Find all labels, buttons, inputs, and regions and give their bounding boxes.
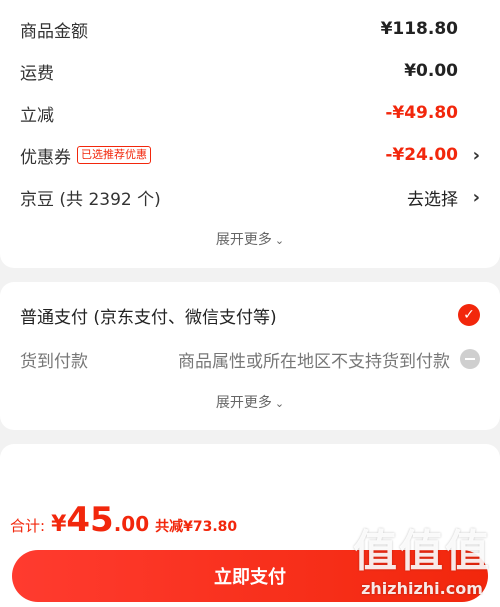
coupon-row[interactable]: 优惠券 已选推荐优惠 -¥24.00 ›: [20, 140, 480, 170]
payment-option-cod: 货到付款 商品属性或所在地区不支持货到付款: [20, 344, 480, 374]
cod-unavailable-note: 商品属性或所在地区不支持货到付款: [178, 351, 450, 372]
payment-option-normal-label: 普通支付 (京东支付、微信支付等): [20, 307, 277, 328]
chevron-down-icon: ⌄: [274, 397, 285, 410]
payment-expand-more-label: 展开更多: [215, 395, 272, 411]
watermark-chars: 值值值: [353, 526, 491, 577]
instant-discount-label: 立减: [20, 105, 54, 126]
instant-discount-value: -¥49.80: [385, 103, 458, 123]
shipping-row: 运费 ¥0.00: [20, 56, 480, 86]
watermark-url: zhizhizhi.com: [361, 579, 483, 598]
chevron-down-icon: ⌄: [274, 234, 285, 247]
chevron-right-icon: ›: [472, 186, 480, 208]
total-amount: 合计: ¥ 45 .00 共减¥73.80: [10, 500, 237, 540]
payment-option-normal[interactable]: 普通支付 (京东支付、微信支付等) ✓: [20, 300, 480, 330]
jingdou-label: 京豆 (共 2392 个): [20, 189, 161, 210]
total-integer: 45: [66, 500, 114, 540]
coupon-label: 优惠券: [20, 147, 71, 168]
expand-more-label: 展开更多: [215, 232, 272, 248]
expand-more-button[interactable]: 展开更多 ⌄: [0, 229, 500, 249]
disabled-icon: [460, 349, 480, 369]
shipping-label: 运费: [20, 63, 54, 84]
jingdou-row[interactable]: 京豆 (共 2392 个) 去选择 ›: [20, 182, 480, 212]
chevron-right-icon: ›: [472, 144, 480, 166]
instant-discount-row: 立减 -¥49.80: [20, 98, 480, 128]
total-saving: 共减¥73.80: [155, 519, 238, 535]
order-summary-card: 商品金额 ¥118.80 运费 ¥0.00 立减 -¥49.80 优惠券 已选推…: [0, 0, 500, 268]
jingdou-select: 去选择: [407, 189, 458, 210]
coupon-recommended-badge: 已选推荐优惠: [77, 146, 151, 164]
payment-option-cod-label: 货到付款: [20, 351, 88, 372]
checkmark-icon: ✓: [458, 304, 480, 326]
total-label: 合计:: [10, 517, 46, 535]
payment-expand-more-button[interactable]: 展开更多 ⌄: [0, 392, 500, 412]
coupon-value: -¥24.00: [385, 145, 458, 165]
currency-symbol: ¥: [51, 512, 67, 537]
goods-amount-row: 商品金额 ¥118.80: [20, 14, 480, 44]
pay-now-label: 立即支付: [214, 567, 286, 588]
watermark-logo: 值值值 zhizhizhi.com: [352, 515, 492, 605]
shipping-value: ¥0.00: [404, 61, 458, 81]
goods-amount-value: ¥118.80: [380, 19, 458, 39]
goods-amount-label: 商品金额: [20, 21, 88, 42]
total-decimal: .00: [113, 512, 150, 536]
payment-method-card: 普通支付 (京东支付、微信支付等) ✓ 货到付款 商品属性或所在地区不支持货到付…: [0, 282, 500, 430]
